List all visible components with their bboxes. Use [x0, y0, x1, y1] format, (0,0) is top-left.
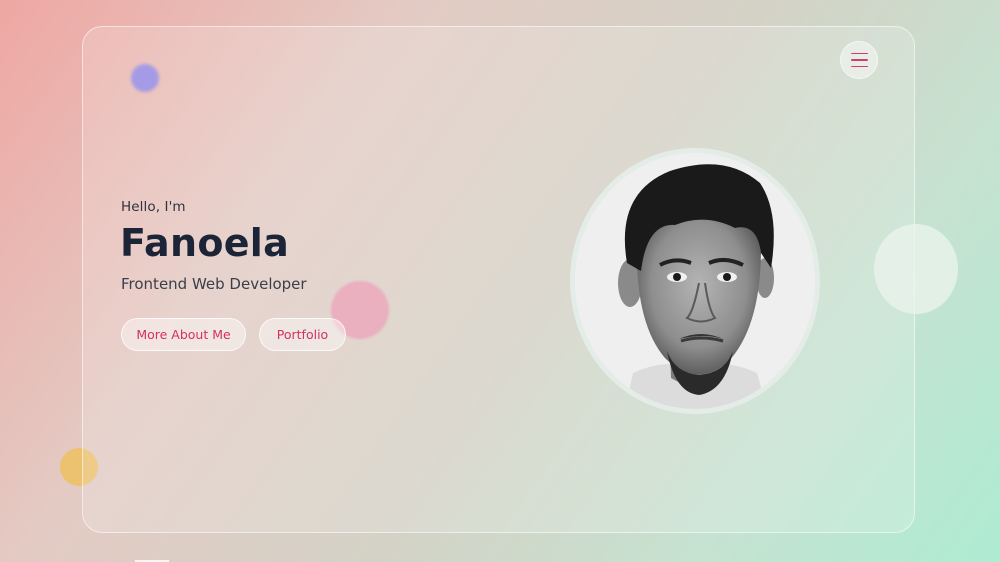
more-about-me-button[interactable]: More About Me: [121, 318, 246, 351]
decorative-purple-circle: [131, 64, 159, 92]
decorative-white-circle: [874, 224, 958, 314]
profile-photo: [570, 148, 820, 414]
hamburger-menu-icon: [850, 52, 868, 55]
portfolio-button[interactable]: Portfolio: [259, 318, 346, 351]
hero-name: Fanoela: [120, 221, 290, 265]
hero-role: Frontend Web Developer: [121, 275, 307, 293]
greeting-text: Hello, I'm: [121, 199, 186, 215]
hero-card: Hello, I'm Fanoela Frontend Web Develope…: [82, 26, 915, 533]
menu-button[interactable]: [840, 41, 878, 79]
